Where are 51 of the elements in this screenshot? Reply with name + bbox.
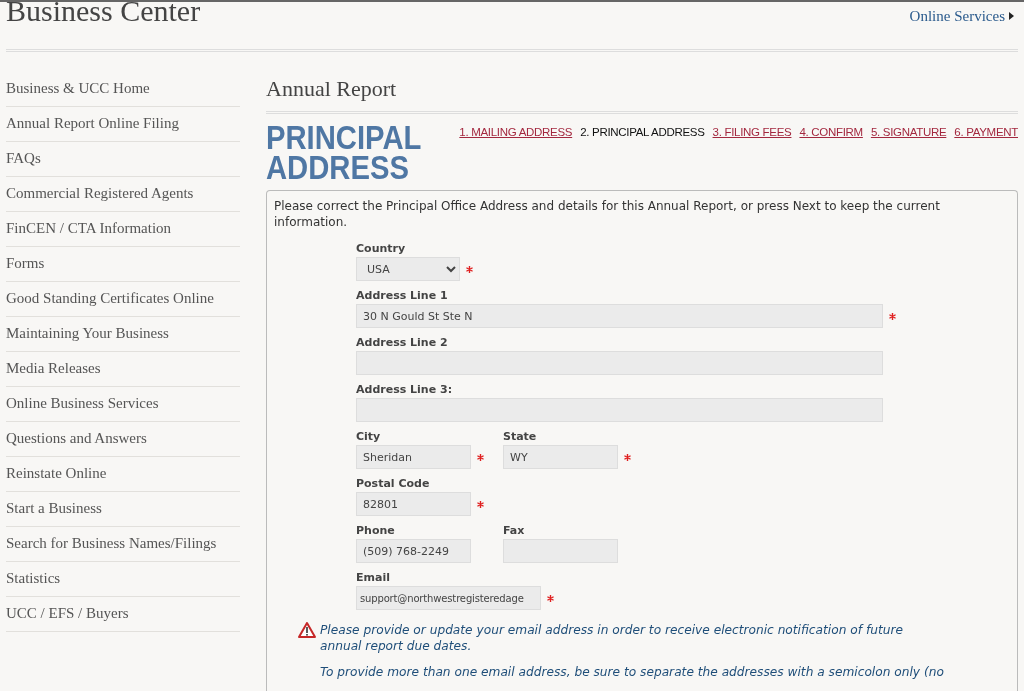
step-link[interactable]: 4. CONFIRM	[799, 124, 863, 140]
field-label: State	[503, 430, 538, 444]
sidebar-link[interactable]: Media Releases	[6, 352, 240, 387]
field-label: Fax	[503, 524, 526, 538]
note-text: Please provide or update your email address in order to receive electronic notification of future annual report due dates.	[320, 622, 904, 654]
step-link[interactable]: 1. MAILING ADDRESS	[459, 124, 573, 140]
input-field[interactable]: Sheridan	[356, 445, 471, 469]
current-step: 2. PRINCIPAL ADDRESS	[580, 124, 705, 140]
sidebar-link[interactable]: FinCEN / CTA Information	[6, 212, 240, 247]
sidebar-link[interactable]: Business & UCC Home	[6, 72, 240, 107]
sidebar-link[interactable]: FAQs	[6, 142, 240, 177]
sidebar-link[interactable]: Questions and Answers	[6, 422, 240, 457]
caret-icon	[1009, 12, 1014, 21]
field-label: Postal Code	[356, 477, 431, 491]
input-field[interactable]: support@northwestregisteredage	[356, 586, 541, 610]
intro-text: Please correct the Principal Office Address and details for this Annual Report, or press Next to keep the current information.	[274, 198, 941, 230]
input-field[interactable]: 30 N Gould St Ste N	[356, 304, 883, 328]
input-field[interactable]	[356, 351, 883, 375]
input-field[interactable]: 82801	[356, 492, 471, 516]
sidebar-link[interactable]: Annual Report Online Filing	[6, 107, 240, 142]
field-label: Phone	[356, 524, 396, 538]
field-label: Email	[356, 571, 391, 585]
sidebar-link[interactable]: Maintaining Your Business	[6, 317, 240, 352]
input-field[interactable]	[356, 398, 883, 422]
sidebar-link[interactable]: UCC / EFS / Buyers	[6, 597, 240, 632]
sidebar-link[interactable]: Start a Business	[6, 492, 240, 527]
field-label: Address Line 1	[356, 289, 449, 303]
input-field[interactable]	[503, 539, 618, 563]
sidebar-link[interactable]: Search for Business Names/Filings	[6, 527, 240, 562]
sidebar-link[interactable]: Good Standing Certificates Online	[6, 282, 240, 317]
step-link[interactable]: 3. FILING FEES	[712, 124, 792, 140]
field-label: Country	[356, 242, 407, 256]
step-link[interactable]: 6. PAYMENT	[954, 124, 1018, 140]
field-label: City	[356, 430, 382, 444]
sidebar-link[interactable]: Reinstate Online	[6, 457, 240, 492]
page-title: Annual Report	[266, 78, 398, 100]
online-services-link[interactable]: Online Services	[909, 5, 1014, 28]
field-label: Address Line 3:	[356, 383, 454, 397]
input-field[interactable]: (509) 768-2249	[356, 539, 471, 563]
warning-icon	[298, 622, 316, 638]
field-label: Address Line 2	[356, 336, 449, 350]
sidebar-link[interactable]: Online Business Services	[6, 387, 240, 422]
note-text: To provide more than one email address, be sure to separate the addresses with a semicolon only (no	[320, 664, 945, 680]
step-link[interactable]: 5. SIGNATURE	[870, 124, 947, 140]
sidebar-link[interactable]: Forms	[6, 247, 240, 282]
sidebar-link[interactable]: Commercial Registered Agents	[6, 177, 240, 212]
site-title: Business Center	[6, 2, 201, 26]
country-select[interactable]: USA	[356, 257, 460, 281]
input-field[interactable]: WY	[503, 445, 618, 469]
sidebar-link[interactable]: Statistics	[6, 562, 240, 597]
section-heading: PRINCIPAL ADDRESS	[266, 122, 422, 182]
